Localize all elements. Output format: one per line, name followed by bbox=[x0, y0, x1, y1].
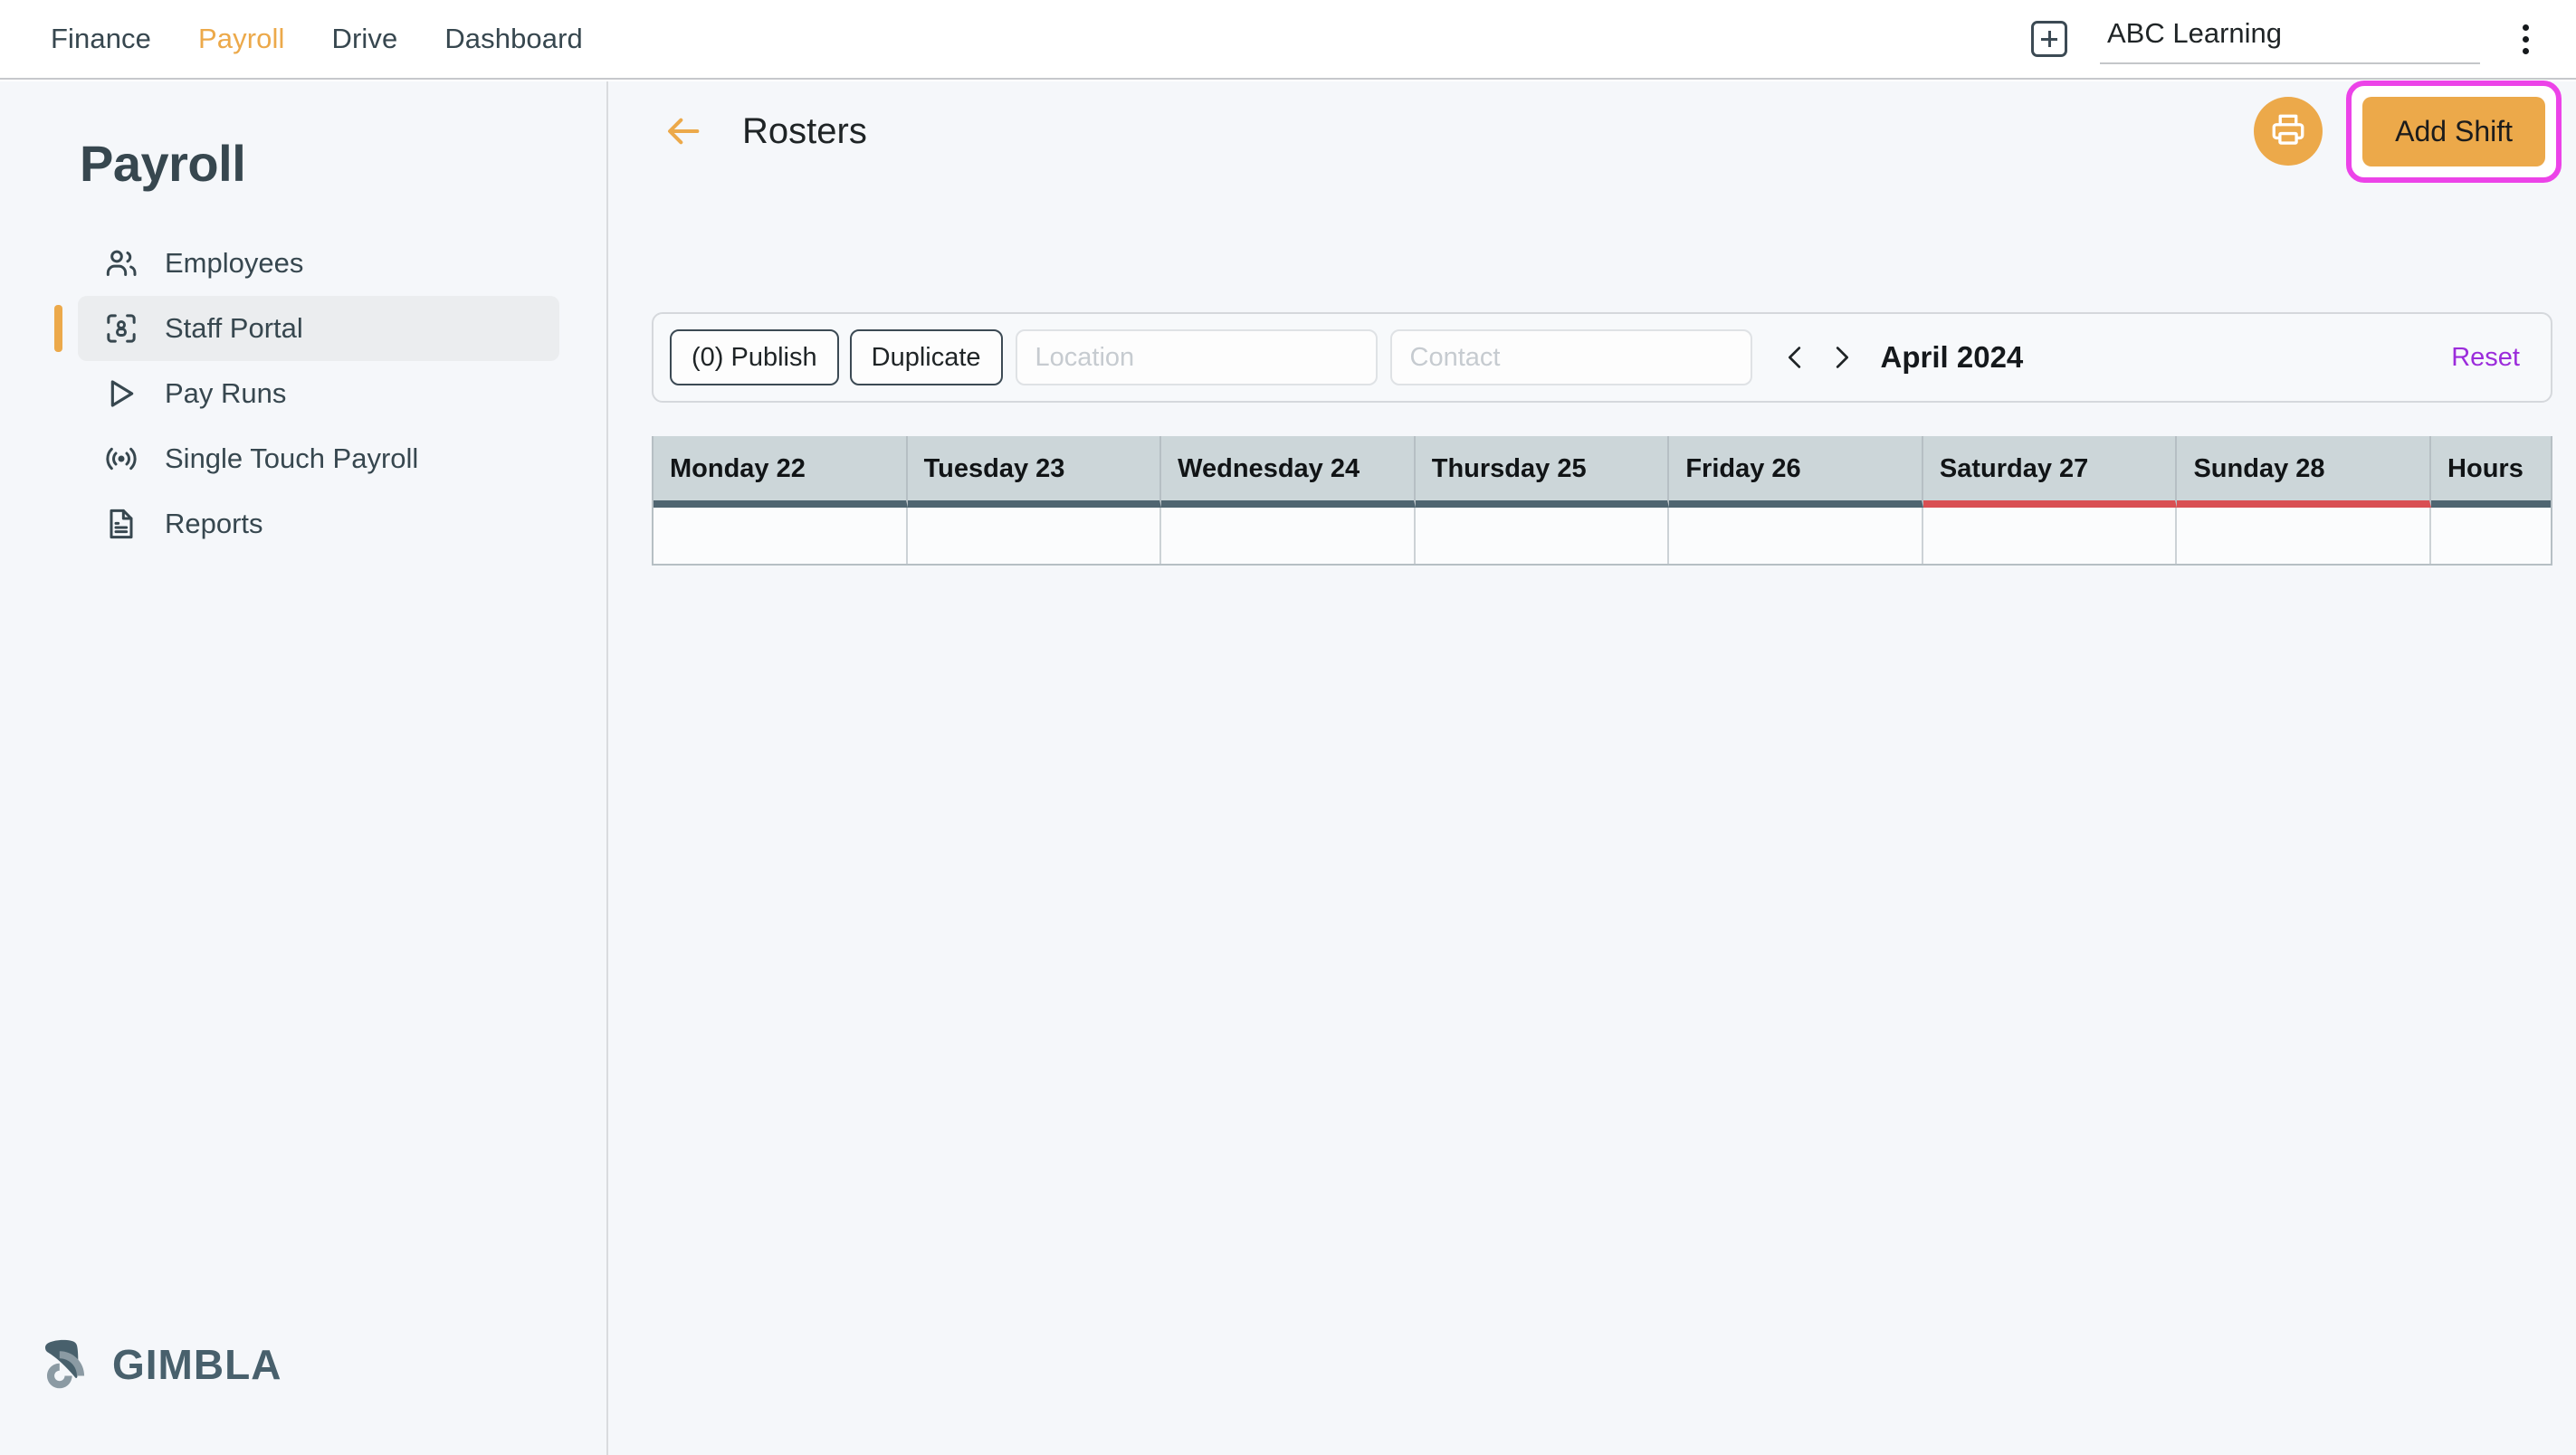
roster-column-header: Tuesday 23 bbox=[907, 436, 1162, 508]
sidebar-item-employees[interactable]: Employees bbox=[78, 231, 559, 296]
roster-cell[interactable] bbox=[907, 508, 1162, 564]
header-actions: Add Shift bbox=[2254, 80, 2562, 183]
gimbla-logo: GIMBLA bbox=[40, 1333, 281, 1395]
page-body: Payroll Employees Staff Portal Pay Runs … bbox=[0, 80, 2576, 1455]
sidebar-item-label: Employees bbox=[165, 247, 304, 279]
sidebar-item-single-touch-payroll[interactable]: Single Touch Payroll bbox=[78, 426, 559, 491]
printer-icon bbox=[2269, 110, 2307, 153]
nav-link-dashboard[interactable]: Dashboard bbox=[421, 23, 606, 55]
plus-square-icon[interactable] bbox=[2031, 21, 2067, 57]
users-icon bbox=[103, 245, 139, 281]
roster-table-body bbox=[654, 508, 2552, 564]
main-header: Rosters Add Shift bbox=[610, 80, 2576, 183]
nav-link-drive[interactable]: Drive bbox=[308, 23, 421, 55]
sidebar-item-label: Reports bbox=[165, 508, 263, 539]
organisation-field[interactable]: ABC Learning bbox=[2100, 14, 2480, 64]
roster-column-header: Friday 26 bbox=[1669, 436, 1923, 508]
roster-cell[interactable] bbox=[1415, 508, 1670, 564]
sidebar-item-reports[interactable]: Reports bbox=[78, 491, 559, 556]
roster-toolbar: (0) Publish Duplicate April 2024 Reset bbox=[652, 312, 2552, 403]
chevron-left-icon[interactable] bbox=[1779, 338, 1810, 377]
top-nav-links: Finance Payroll Drive Dashboard bbox=[27, 23, 606, 55]
scan-person-icon bbox=[103, 310, 139, 347]
roster-cell[interactable] bbox=[2431, 508, 2552, 564]
sidebar-item-pay-runs[interactable]: Pay Runs bbox=[78, 361, 559, 426]
sidebar-title: Payroll bbox=[80, 135, 246, 192]
location-input[interactable] bbox=[1015, 329, 1378, 385]
roster-cell[interactable] bbox=[2177, 508, 2432, 564]
publish-button[interactable]: (0) Publish bbox=[670, 329, 839, 385]
play-triangle-icon bbox=[103, 376, 139, 412]
top-nav-actions: ABC Learning bbox=[2031, 14, 2545, 64]
active-indicator-bar bbox=[54, 305, 62, 352]
roster-column-header: Thursday 25 bbox=[1415, 436, 1670, 508]
roster-column-header: Wednesday 24 bbox=[1161, 436, 1416, 508]
roster-cell[interactable] bbox=[654, 508, 908, 564]
duplicate-button[interactable]: Duplicate bbox=[849, 329, 1003, 385]
roster-cell[interactable] bbox=[1161, 508, 1416, 564]
sidebar-item-label: Pay Runs bbox=[165, 377, 287, 409]
roster-cell[interactable] bbox=[1669, 508, 1923, 564]
add-shift-highlight: Add Shift bbox=[2346, 80, 2562, 183]
chevron-right-icon[interactable] bbox=[1827, 338, 1857, 377]
sidebar-item-staff-portal[interactable]: Staff Portal bbox=[54, 296, 559, 361]
gimbla-logo-text: GIMBLA bbox=[112, 1340, 282, 1388]
roster-cell[interactable] bbox=[1922, 508, 2178, 564]
roster-row bbox=[654, 508, 2552, 564]
top-navigation-bar: Finance Payroll Drive Dashboard ABC Lear… bbox=[0, 0, 2576, 80]
add-shift-button[interactable]: Add Shift bbox=[2362, 96, 2545, 166]
sidebar-item-label: Staff Portal bbox=[165, 312, 303, 344]
broadcast-icon bbox=[103, 441, 139, 477]
sidebar: Payroll Employees Staff Portal Pay Runs … bbox=[0, 81, 608, 1455]
contact-input[interactable] bbox=[1389, 329, 1752, 385]
roster-table-header-row: Monday 22 Tuesday 23 Wednesday 24 Thursday … bbox=[654, 436, 2552, 508]
page-title: Rosters bbox=[742, 110, 867, 151]
gimbla-signal-logo bbox=[40, 1333, 98, 1395]
main-content: Rosters Add Shift (0) Publish Duplicate … bbox=[610, 80, 2576, 1455]
reset-link[interactable]: Reset bbox=[2451, 343, 2520, 373]
roster-column-header: Sunday 28 bbox=[2177, 436, 2432, 508]
sidebar-item-label: Single Touch Payroll bbox=[165, 442, 419, 474]
roster-column-header: Saturday 27 bbox=[1922, 436, 2178, 508]
kebab-menu-icon[interactable] bbox=[2505, 17, 2545, 61]
document-lines-icon bbox=[103, 506, 139, 542]
period-label: April 2024 bbox=[1880, 340, 2024, 374]
roster-column-header: Hours bbox=[2431, 436, 2552, 508]
arrow-left-icon[interactable] bbox=[663, 110, 704, 152]
nav-link-finance[interactable]: Finance bbox=[27, 23, 175, 55]
roster-table: Monday 22 Tuesday 23 Wednesday 24 Thursday … bbox=[652, 436, 2552, 566]
sidebar-nav-list: Employees Staff Portal Pay Runs Single T… bbox=[0, 231, 606, 556]
roster-column-header: Monday 22 bbox=[654, 436, 908, 508]
print-button[interactable] bbox=[2254, 97, 2323, 166]
nav-link-payroll[interactable]: Payroll bbox=[175, 23, 308, 55]
